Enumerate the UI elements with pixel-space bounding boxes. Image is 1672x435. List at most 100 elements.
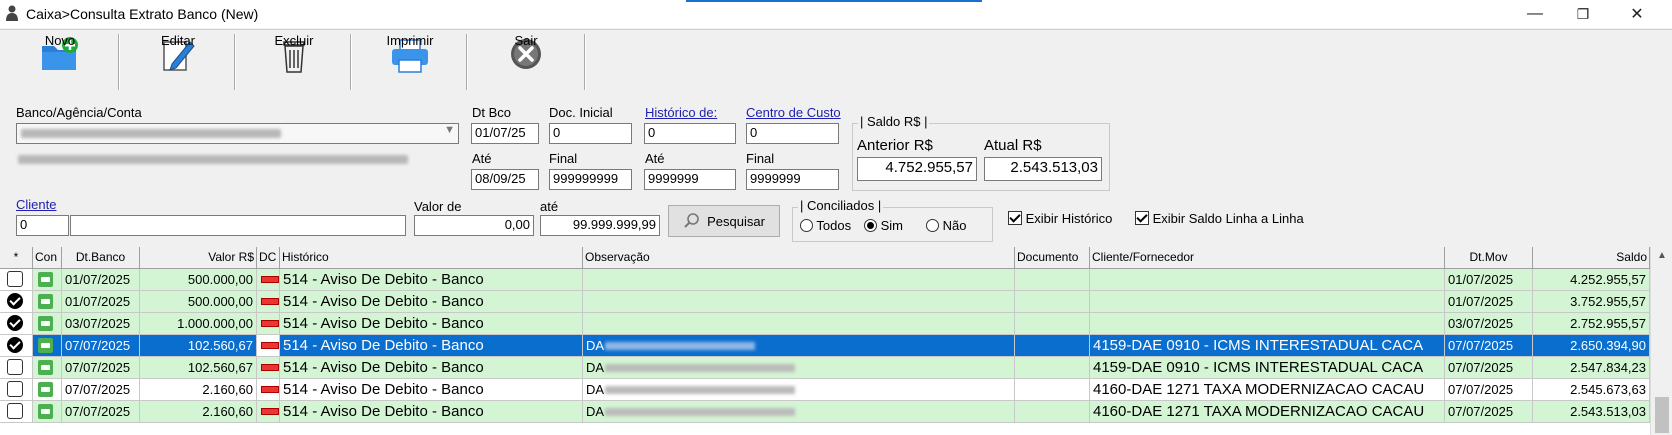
- cell-hist[interactable]: 514 - Aviso De Debito - Banco: [280, 401, 583, 423]
- row-select-cell[interactable]: [0, 401, 33, 423]
- dc-cell[interactable]: [257, 357, 280, 379]
- centro-custo-input[interactable]: 0: [746, 123, 839, 144]
- editar-button[interactable]: Editar: [122, 32, 234, 92]
- excluir-button[interactable]: Excluir: [238, 32, 350, 92]
- cell-dt[interactable]: 07/07/2025: [62, 379, 140, 401]
- cell-saldo[interactable]: 2.543.513,03: [1533, 401, 1650, 423]
- table-row[interactable]: 07/07/2025 102.560,67 514 - Aviso De Debit…: [0, 357, 1650, 379]
- cell-obs[interactable]: [583, 269, 1015, 291]
- conciliado-cell[interactable]: [33, 269, 62, 291]
- cell-obs[interactable]: DA: [583, 335, 1015, 357]
- historico-link[interactable]: Histórico de:: [645, 105, 717, 120]
- cell-doc[interactable]: [1015, 357, 1090, 379]
- cell-cli[interactable]: 4159-DAE 0910 - ICMS INTERESTADUAL CACA: [1090, 357, 1445, 379]
- valor-ate-input[interactable]: 99.999.999,99: [540, 215, 660, 236]
- cell-obs[interactable]: [583, 291, 1015, 313]
- cell-hist[interactable]: 514 - Aviso De Debito - Banco: [280, 291, 583, 313]
- minimize-button[interactable]: —: [1512, 0, 1558, 28]
- cell-valor[interactable]: 2.160,60: [140, 401, 257, 423]
- row-select-cell[interactable]: [0, 269, 33, 291]
- col-saldo[interactable]: Saldo: [1533, 247, 1650, 268]
- radio-todos[interactable]: Todos: [800, 218, 851, 233]
- dt-ate-input[interactable]: 08/09/25: [471, 169, 539, 190]
- cell-hist[interactable]: 514 - Aviso De Debito - Banco: [280, 357, 583, 379]
- col-con[interactable]: Con: [33, 247, 62, 268]
- cell-dt[interactable]: 01/07/2025: [62, 269, 140, 291]
- checked-circle-icon[interactable]: [7, 337, 23, 353]
- cell-hist[interactable]: 514 - Aviso De Debito - Banco: [280, 379, 583, 401]
- doc-final-input[interactable]: 999999999: [549, 169, 632, 190]
- cliente-code-input[interactable]: 0: [16, 215, 69, 236]
- sair-button[interactable]: Sair: [470, 32, 582, 92]
- vertical-scrollbar[interactable]: ▲: [1650, 247, 1672, 435]
- cell-cli[interactable]: 4160-DAE 1271 TAXA MODERNIZACAO CACAU: [1090, 401, 1445, 423]
- cell-valor[interactable]: 1.000.000,00: [140, 313, 257, 335]
- table-row[interactable]: 03/07/2025 1.000.000,00 514 - Aviso De Deb…: [0, 313, 1650, 335]
- cell-valor[interactable]: 102.560,67: [140, 335, 257, 357]
- scroll-thumb[interactable]: [1655, 397, 1669, 433]
- conciliado-cell[interactable]: [33, 313, 62, 335]
- dc-cell[interactable]: [257, 335, 280, 357]
- dc-cell[interactable]: [257, 269, 280, 291]
- cell-valor[interactable]: 500.000,00: [140, 291, 257, 313]
- col-observacao[interactable]: Observação: [583, 247, 1015, 268]
- dc-cell[interactable]: [257, 291, 280, 313]
- row-select-cell[interactable]: [0, 357, 33, 379]
- cliente-link[interactable]: Cliente: [16, 197, 56, 212]
- row-select-cell[interactable]: [0, 335, 33, 357]
- cell-dt[interactable]: 07/07/2025: [62, 335, 140, 357]
- col-dt-mov[interactable]: Dt.Mov: [1445, 247, 1533, 268]
- exibir-historico-checkbox[interactable]: Exibir Histórico: [1008, 211, 1112, 226]
- centro-custo-link[interactable]: Centro de Custo: [746, 105, 841, 120]
- cell-saldo[interactable]: 2.752.955,57: [1533, 313, 1650, 335]
- cell-dtmov[interactable]: 07/07/2025: [1445, 357, 1533, 379]
- cell-obs[interactable]: DA: [583, 357, 1015, 379]
- conciliado-cell[interactable]: [33, 291, 62, 313]
- cell-saldo[interactable]: 2.545.673,63: [1533, 379, 1650, 401]
- imprimir-button[interactable]: Imprimir: [354, 32, 466, 92]
- cell-valor[interactable]: 500.000,00: [140, 269, 257, 291]
- table-row[interactable]: 01/07/2025 500.000,00 514 - Aviso De Debit…: [0, 269, 1650, 291]
- dt-bco-input[interactable]: 01/07/25: [471, 123, 539, 144]
- cell-dt[interactable]: 07/07/2025: [62, 401, 140, 423]
- cell-dt[interactable]: 03/07/2025: [62, 313, 140, 335]
- col-cliente[interactable]: Cliente/Fornecedor: [1090, 247, 1445, 268]
- conciliado-cell[interactable]: [33, 335, 62, 357]
- close-window-button[interactable]: ✕: [1614, 0, 1660, 28]
- table-row[interactable]: 07/07/2025 2.160,60 514 - Aviso De Debito …: [0, 379, 1650, 401]
- row-select-cell[interactable]: [0, 313, 33, 335]
- row-select-cell[interactable]: [0, 379, 33, 401]
- cell-saldo[interactable]: 4.252.955,57: [1533, 269, 1650, 291]
- cell-dtmov[interactable]: 01/07/2025: [1445, 269, 1533, 291]
- cell-hist[interactable]: 514 - Aviso De Debito - Banco: [280, 269, 583, 291]
- radio-nao[interactable]: Não: [926, 218, 966, 233]
- valor-de-input[interactable]: 0,00: [414, 215, 534, 236]
- cell-cli[interactable]: [1090, 313, 1445, 335]
- col-dt-banco[interactable]: Dt.Banco: [62, 247, 140, 268]
- checkbox-empty-icon[interactable]: [7, 271, 23, 287]
- cell-hist[interactable]: 514 - Aviso De Debito - Banco: [280, 335, 583, 357]
- cell-saldo[interactable]: 2.650.394,90: [1533, 335, 1650, 357]
- dc-cell[interactable]: [257, 313, 280, 335]
- cell-cli[interactable]: 4160-DAE 1271 TAXA MODERNIZACAO CACAU: [1090, 379, 1445, 401]
- conciliado-cell[interactable]: [33, 357, 62, 379]
- cell-hist[interactable]: 514 - Aviso De Debito - Banco: [280, 313, 583, 335]
- cell-cli[interactable]: [1090, 269, 1445, 291]
- scroll-up-icon[interactable]: ▲: [1657, 250, 1667, 261]
- cell-valor[interactable]: 102.560,67: [140, 357, 257, 379]
- cell-doc[interactable]: [1015, 291, 1090, 313]
- cell-doc[interactable]: [1015, 313, 1090, 335]
- cell-saldo[interactable]: 2.547.834,23: [1533, 357, 1650, 379]
- table-row[interactable]: 07/07/2025 102.560,67 514 - Aviso De Debit…: [0, 335, 1650, 357]
- row-select-cell[interactable]: [0, 291, 33, 313]
- cell-cli[interactable]: 4159-DAE 0910 - ICMS INTERESTADUAL CACA: [1090, 335, 1445, 357]
- cell-doc[interactable]: [1015, 335, 1090, 357]
- historico-ate-input[interactable]: 9999999: [644, 169, 736, 190]
- cell-dt[interactable]: 07/07/2025: [62, 357, 140, 379]
- cell-obs[interactable]: DA: [583, 401, 1015, 423]
- cell-cli[interactable]: [1090, 291, 1445, 313]
- cell-valor[interactable]: 2.160,60: [140, 379, 257, 401]
- conciliado-cell[interactable]: [33, 401, 62, 423]
- col-documento[interactable]: Documento: [1015, 247, 1090, 268]
- col-dc[interactable]: DC: [257, 247, 280, 268]
